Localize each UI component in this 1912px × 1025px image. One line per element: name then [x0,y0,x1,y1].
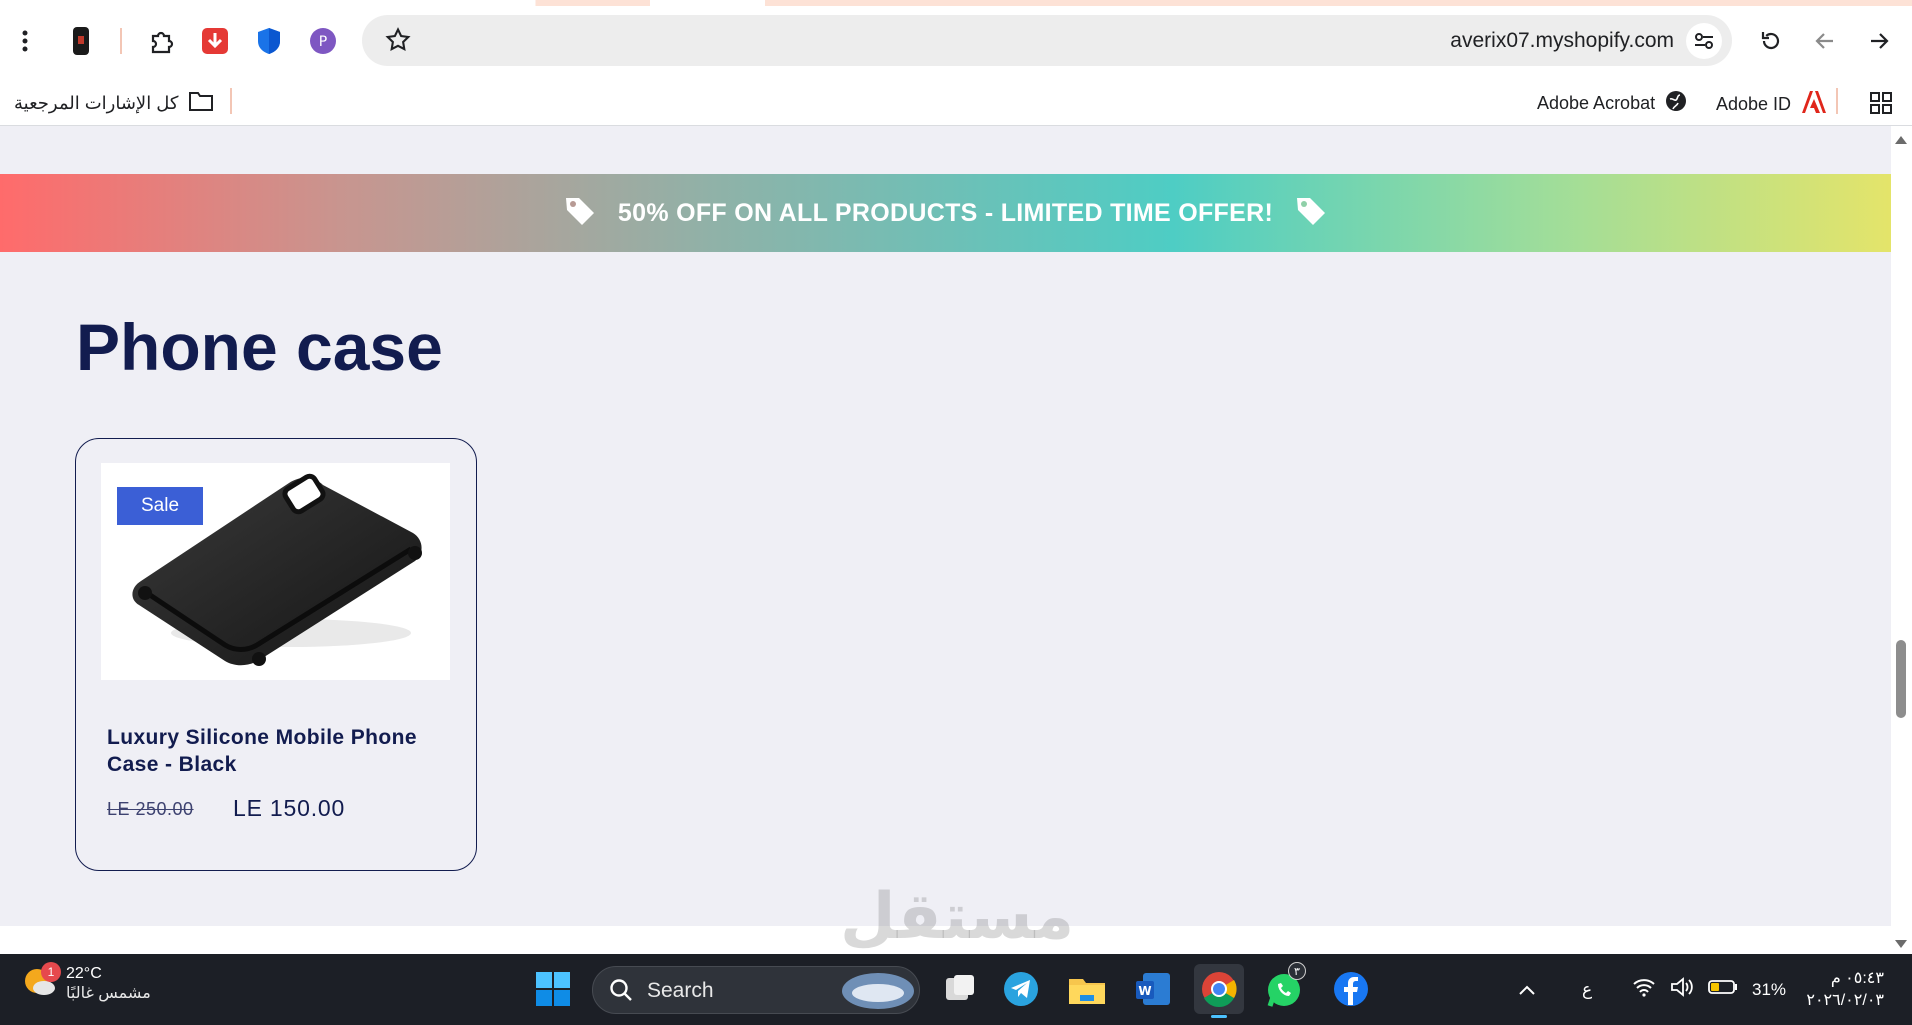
extensions-puzzle-icon[interactable] [140,20,182,62]
download-extension-icon[interactable] [194,20,236,62]
chrome-taskbar-icon[interactable] [1194,964,1244,1018]
network-volume-battery[interactable]: 31% [1632,954,1786,1025]
globe-icon [1665,90,1687,117]
url-text: averix07.myshopify.com [1450,29,1674,52]
product-title[interactable]: Luxury Silicone Mobile Phone Case - Blac… [107,724,452,778]
system-clock[interactable]: ٠٥:٤٣ م ٢٠٢٦/٠٢/٠٣ [1806,968,1884,1012]
bookmark-label: Adobe Acrobat [1537,93,1656,113]
adobe-logo-icon [1801,90,1827,119]
scroll-up-arrow-icon[interactable] [1895,136,1907,144]
search-label: Search [647,979,714,1002]
weather-description: مشمس غالبًا [66,984,151,1002]
forward-arrow-icon[interactable] [1858,20,1900,62]
clock-date: ٢٠٢٦/٠٢/٠٣ [1806,992,1884,1009]
p-extension-icon[interactable]: P [302,20,344,62]
task-view-icon[interactable] [935,964,985,1014]
bookmark-adobe-acrobat[interactable]: Adobe Acrobat [1537,90,1687,117]
web-page: 50% OFF ON ALL PRODUCTS - LIMITED TIME O… [0,126,1891,954]
sale-price: LE 150.00 [233,795,346,821]
back-arrow-icon[interactable] [1804,20,1846,62]
windows-taskbar: 1 22°C مشمس غالبًا Search W ٣ ع 31% ٠٥:٤… [0,954,1912,1025]
bookmarks-bar: كل الإشارات المرجعية Adobe Acrobat Adobe… [0,80,1912,126]
file-explorer-icon[interactable] [1062,964,1112,1014]
battery-icon [1708,979,1738,1000]
watermark: مستقل [840,880,1075,954]
telegram-icon[interactable] [996,964,1046,1014]
wifi-icon [1632,977,1656,1002]
product-image[interactable]: Sale [101,463,450,680]
reload-icon[interactable] [1750,20,1792,62]
collection-title: Phone case [76,310,443,384]
svg-text:P: P [319,34,327,50]
compare-at-price: LE 250.00 [107,799,194,819]
active-app-indicator [1211,1015,1227,1018]
apps-grid-icon[interactable] [1870,92,1892,114]
bookmarks-divider [230,88,232,114]
scroll-thumb[interactable] [1896,640,1906,718]
taskbar-search[interactable]: Search [592,966,920,1014]
tag-icon [1295,195,1327,232]
shield-extension-icon[interactable] [248,20,290,62]
weather-temperature: 22°C [66,964,102,982]
promo-text: 50% OFF ON ALL PRODUCTS - LIMITED TIME O… [617,198,1274,227]
bookmark-label: Adobe ID [1716,94,1792,114]
facebook-icon[interactable] [1326,964,1376,1014]
address-bar[interactable]: averix07.myshopify.com [362,15,1732,66]
battery-percent: 31% [1752,979,1787,999]
scroll-down-arrow-icon[interactable] [1895,940,1907,948]
product-card[interactable]: Sale Luxury Silicone Mobile Phone Case -… [75,438,477,871]
bookmark-adobe-id[interactable]: Adobe ID [1716,90,1827,119]
bookmarks-divider [1836,88,1838,114]
whatsapp-icon[interactable]: ٣ [1260,962,1310,1014]
toolbar-divider [118,20,124,62]
bookmark-star-icon[interactable] [384,26,412,59]
volume-icon [1670,977,1694,1002]
search-highlight-icon [841,971,915,1016]
windows-start-icon[interactable] [528,964,578,1014]
site-settings-icon[interactable] [1686,23,1722,59]
svg-text:W: W [1138,984,1151,998]
search-icon [609,978,633,1007]
chrome-menu-icon[interactable] [4,20,46,62]
show-hidden-icons[interactable] [1518,954,1536,1025]
promo-banner: 50% OFF ON ALL PRODUCTS - LIMITED TIME O… [0,174,1891,252]
weather-widget[interactable]: 1 22°C مشمس غالبًا [22,962,151,1003]
weather-notification-badge: 1 [41,962,61,982]
all-bookmarks-item[interactable]: كل الإشارات المرجعية [14,90,214,117]
browser-toolbar: P averix07.myshopify.com [0,0,1912,80]
tag-icon [564,195,596,232]
clock-time: ٠٥:٤٣ م [1830,970,1884,987]
extension-dark-icon[interactable] [60,20,102,62]
page-scrollbar[interactable] [1891,126,1912,954]
folder-icon [188,90,214,117]
tab-strip-accent [0,0,1912,6]
whatsapp-badge: ٣ [1288,962,1306,980]
input-language[interactable]: ع [1582,954,1592,1025]
word-icon[interactable]: W [1128,964,1178,1014]
sale-badge: Sale [117,487,203,525]
all-bookmarks-label: كل الإشارات المرجعية [14,93,179,113]
